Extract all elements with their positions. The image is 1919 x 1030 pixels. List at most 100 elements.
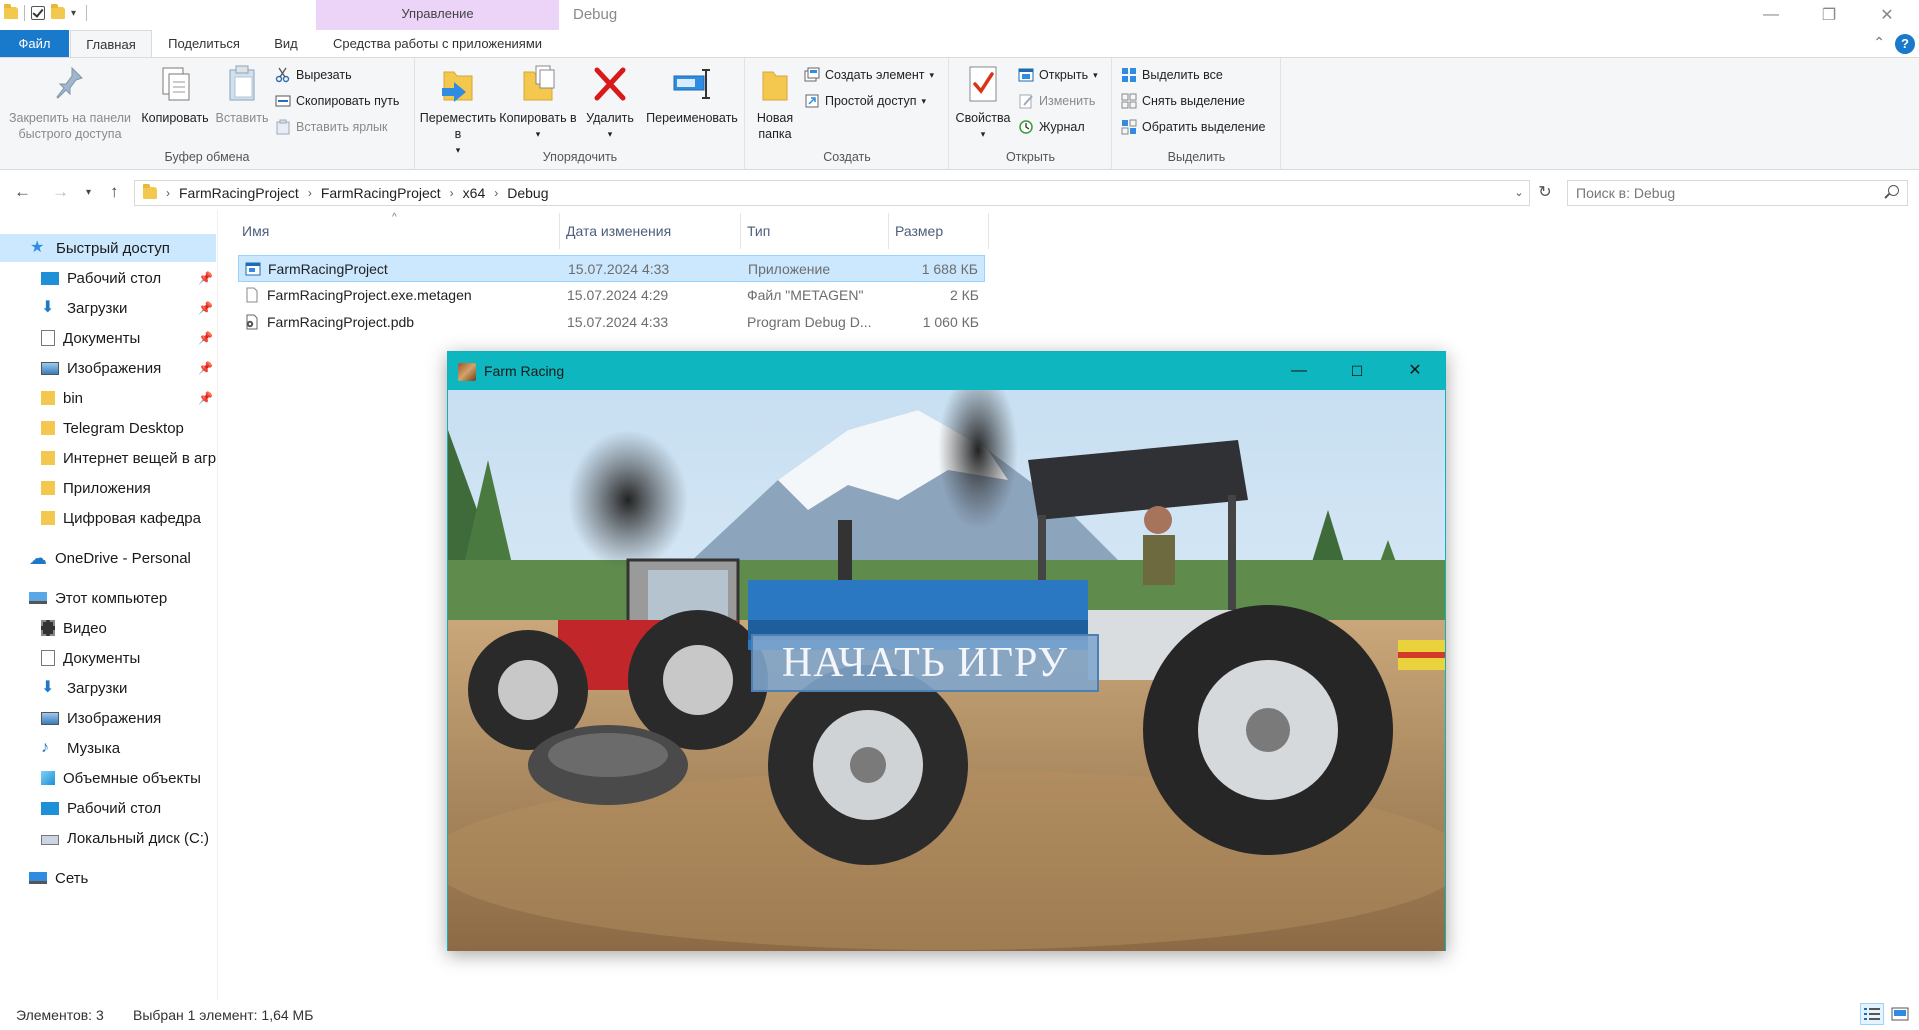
copy-path-button[interactable]: Скопировать путь: [275, 93, 399, 109]
file-row[interactable]: FarmRacingProject.exe.metagen 15.07.2024…: [238, 282, 985, 309]
select-all-button[interactable]: Выделить все: [1121, 67, 1223, 83]
help-icon[interactable]: ?: [1895, 34, 1915, 54]
paste-button[interactable]: Вставить: [214, 62, 270, 126]
column-header-type[interactable]: Тип: [741, 213, 889, 249]
new-folder-icon[interactable]: [51, 4, 65, 19]
nav-pc-downloads[interactable]: ⬇ Загрузки: [0, 674, 216, 702]
music-note-icon: ♪: [41, 739, 49, 756]
restore-button[interactable]: ❐: [1800, 0, 1858, 30]
refresh-icon[interactable]: ↻: [1534, 180, 1556, 206]
file-row[interactable]: FarmRacingProject 15.07.2024 4:33 Прилож…: [238, 255, 985, 282]
breadcrumb-separator-icon: ›: [307, 186, 312, 200]
move-to-button[interactable]: Переместить в ▾: [418, 62, 498, 158]
copy-to-label: Копировать в: [499, 111, 577, 125]
back-arrow-icon[interactable]: ←: [14, 182, 31, 202]
new-item-icon: [804, 67, 820, 83]
properties-icon: [963, 62, 1003, 106]
new-folder-button[interactable]: Новая папка: [750, 62, 800, 142]
manage-contextual-tab[interactable]: Управление: [316, 0, 559, 30]
paste-shortcut-button[interactable]: Вставить ярлык: [275, 119, 388, 135]
large-icons-view-button[interactable]: [1888, 1003, 1912, 1025]
properties-check-icon[interactable]: [31, 6, 45, 20]
new-item-button[interactable]: Создать элемент ▾: [804, 67, 934, 83]
open-button[interactable]: Открыть ▾: [1018, 67, 1098, 83]
tab-view[interactable]: Вид: [260, 30, 312, 58]
window-title: Debug: [573, 6, 618, 23]
nav-this-pc[interactable]: Этот компьютер: [0, 584, 216, 612]
organize-group-title: Упорядочить: [542, 150, 618, 164]
recent-locations-icon[interactable]: ▾: [86, 187, 91, 198]
nav-pc-music[interactable]: ♪ Музыка: [0, 734, 216, 762]
breadcrumb-separator-icon: ›: [449, 186, 454, 200]
breadcrumb-item[interactable]: x64: [463, 185, 486, 201]
qat-dropdown-icon[interactable]: ▾: [71, 8, 76, 19]
nav-network[interactable]: Сеть: [0, 864, 216, 892]
nav-onedrive[interactable]: ☁ OneDrive - Personal: [0, 544, 216, 572]
game-maximize-icon[interactable]: ☐: [1328, 352, 1386, 390]
file-row[interactable]: FarmRacingProject.pdb 15.07.2024 4:33 Pr…: [238, 309, 985, 336]
invert-selection-button[interactable]: Обратить выделение: [1121, 119, 1265, 135]
nav-pc-desktop[interactable]: Рабочий стол: [0, 794, 216, 822]
column-header-date[interactable]: Дата изменения: [560, 213, 741, 249]
nav-item-telegram[interactable]: Telegram Desktop: [0, 414, 216, 442]
nav-item-iot[interactable]: Интернет вещей в агр: [0, 444, 216, 472]
game-background-scene: НАЧАТЬ ИГРУ: [448, 390, 1445, 951]
game-close-icon[interactable]: ✕: [1386, 352, 1444, 390]
copy-button[interactable]: Копировать: [138, 62, 212, 126]
close-icon: ✕: [1880, 7, 1894, 24]
breadcrumb-item[interactable]: FarmRacingProject: [321, 185, 441, 201]
nav-pc-local-disk[interactable]: Локальный диск (C:): [0, 824, 216, 852]
nav-item-pictures[interactable]: Изображения 📌: [0, 354, 216, 382]
nav-item-desktop[interactable]: Рабочий стол 📌: [0, 264, 216, 292]
breadcrumb-item[interactable]: Debug: [507, 185, 548, 201]
nav-quick-access[interactable]: ★ Быстрый доступ: [0, 234, 216, 262]
nav-pc-videos[interactable]: Видео: [0, 614, 216, 642]
minimize-button[interactable]: —: [1742, 0, 1800, 30]
select-none-button[interactable]: Снять выделение: [1121, 93, 1245, 109]
close-button[interactable]: ✕: [1858, 0, 1916, 30]
easy-access-button[interactable]: Простой доступ ▾: [804, 93, 926, 109]
column-header-name[interactable]: Имя: [236, 213, 560, 249]
nav-pc-documents[interactable]: Документы: [0, 644, 216, 672]
nav-item-bin[interactable]: bin 📌: [0, 384, 216, 412]
nav-item-digital-dept[interactable]: Цифровая кафедра: [0, 504, 216, 532]
column-header-size[interactable]: Размер: [889, 213, 989, 249]
properties-button[interactable]: Свойства ▾: [952, 62, 1014, 142]
game-minimize-icon[interactable]: —: [1270, 352, 1328, 390]
forward-arrow-icon[interactable]: →: [52, 182, 69, 202]
rename-button[interactable]: Переименовать: [640, 62, 744, 126]
nav-item-documents[interactable]: Документы 📌: [0, 324, 216, 352]
game-app-icon: [458, 363, 476, 381]
breadcrumb-item[interactable]: FarmRacingProject: [179, 185, 299, 201]
start-game-button[interactable]: НАЧАТЬ ИГРУ: [751, 634, 1099, 692]
tab-share[interactable]: Поделиться: [160, 30, 248, 58]
download-arrow-icon: ⬇: [41, 299, 55, 316]
edit-button[interactable]: Изменить: [1018, 93, 1095, 109]
collapse-ribbon-icon[interactable]: ⌃: [1873, 34, 1885, 51]
nav-label: Цифровая кафедра: [63, 509, 201, 527]
address-bar[interactable]: › FarmRacingProject › FarmRacingProject …: [134, 180, 1530, 206]
nav-label: Документы: [63, 329, 141, 347]
history-button[interactable]: Журнал: [1018, 119, 1085, 135]
tab-home[interactable]: Главная: [70, 30, 152, 59]
pin-quick-access-button[interactable]: Закрепить на панели быстрого доступа: [6, 62, 134, 142]
copy-to-button[interactable]: Копировать в ▾: [498, 62, 578, 142]
delete-x-icon: [590, 62, 630, 106]
up-arrow-icon[interactable]: ↑: [110, 182, 119, 202]
nav-item-apps[interactable]: Приложения: [0, 474, 216, 502]
cut-button[interactable]: Вырезать: [275, 67, 352, 83]
game-titlebar[interactable]: Farm Racing — ☐ ✕: [448, 352, 1445, 390]
folder-icon: [41, 421, 55, 435]
details-view-button[interactable]: [1860, 1003, 1884, 1025]
search-input[interactable]: Поиск в: Debug: [1567, 180, 1908, 206]
nav-item-downloads[interactable]: ⬇ Загрузки 📌: [0, 294, 216, 322]
nav-pc-pictures[interactable]: Изображения: [0, 704, 216, 732]
tab-app-tools[interactable]: Средства работы с приложениями: [316, 30, 559, 58]
nav-pc-3d-objects[interactable]: Объемные объекты: [0, 764, 216, 792]
delete-button[interactable]: Удалить ▾: [580, 62, 640, 142]
folder-icon: [143, 184, 157, 199]
nav-label: bin: [63, 389, 84, 407]
history-icon: [1018, 119, 1034, 135]
tab-file[interactable]: Файл: [0, 30, 69, 58]
address-dropdown-icon[interactable]: ⌄: [1509, 181, 1529, 205]
